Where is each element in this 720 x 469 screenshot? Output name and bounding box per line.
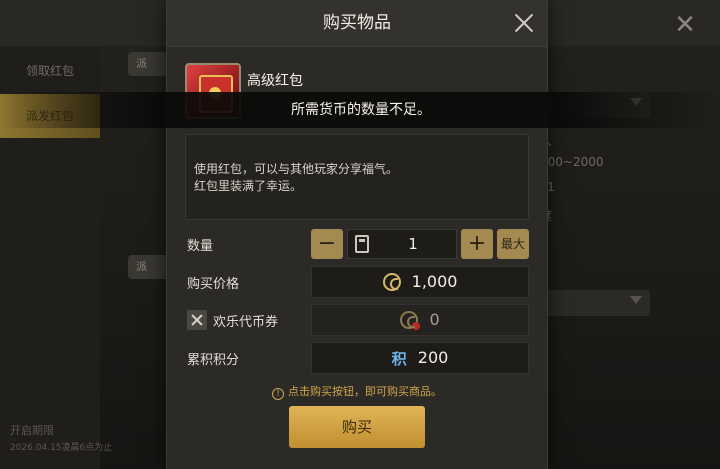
- coupon-checkbox[interactable]: [187, 310, 207, 330]
- purchase-dialog: 购买物品 高级红包 使用红包，可以与其他玩家分享福气。 红包里装满了幸运。 数量…: [1, 0, 720, 469]
- item-name: 高级红包: [247, 73, 303, 89]
- dialog-header: 购买物品: [167, 0, 547, 47]
- points-icon: 积: [391, 349, 407, 368]
- background-text: 开启期限: [10, 424, 54, 437]
- quantity-value: 1: [408, 235, 418, 253]
- quantity-label: 数量: [187, 239, 214, 254]
- background-text: 500~2000: [540, 155, 604, 169]
- points-value: 200: [417, 348, 449, 367]
- increase-quantity-button[interactable]: +: [461, 229, 493, 259]
- points-label: 累积积分: [187, 353, 240, 368]
- price-value: 1,000: [411, 272, 458, 291]
- background-tab-receive: 领取红包: [25, 64, 74, 78]
- quantity-input[interactable]: 1: [347, 229, 457, 259]
- points-field: 积 200: [311, 342, 529, 374]
- dialog-title: 购买物品: [323, 13, 391, 33]
- gold-coin-icon: [382, 273, 401, 291]
- item-description: 使用红包，可以与其他玩家分享福气。 红包里装满了幸运。: [185, 134, 529, 220]
- coupon-coin-icon: [400, 311, 421, 330]
- price-label: 购买价格: [187, 277, 240, 292]
- description-line: 红包里装满了幸运。: [194, 179, 303, 193]
- max-quantity-button[interactable]: 最大: [497, 229, 529, 259]
- coupon-value: 0: [429, 310, 440, 329]
- hint-text: 点击购买按钮，即可购买商品。: [288, 385, 442, 398]
- decrease-quantity-button[interactable]: −: [311, 229, 343, 259]
- background-dropdown: [540, 290, 650, 316]
- coupon-field: 0: [311, 304, 529, 336]
- buy-button[interactable]: 购买: [289, 406, 425, 448]
- coupon-label: 欢乐代币券: [213, 315, 279, 330]
- insufficient-currency-toast: 所需货币的数量不足。: [1, 92, 720, 128]
- exclamation-icon: !: [272, 388, 284, 400]
- background-text: 2026.04.15凌晨6点为止: [10, 443, 113, 453]
- description-line: 使用红包，可以与其他玩家分享福气。: [194, 162, 399, 176]
- background-close-icon: ✕: [674, 10, 696, 40]
- price-field: 1,000: [311, 266, 529, 298]
- calculator-icon[interactable]: [355, 235, 369, 253]
- purchase-hint: ! 点击购买按钮，即可购买商品。: [167, 383, 547, 400]
- close-icon[interactable]: [511, 10, 537, 36]
- chevron-down-icon: [630, 296, 642, 304]
- toast-text: 所需货币的数量不足。: [291, 102, 431, 118]
